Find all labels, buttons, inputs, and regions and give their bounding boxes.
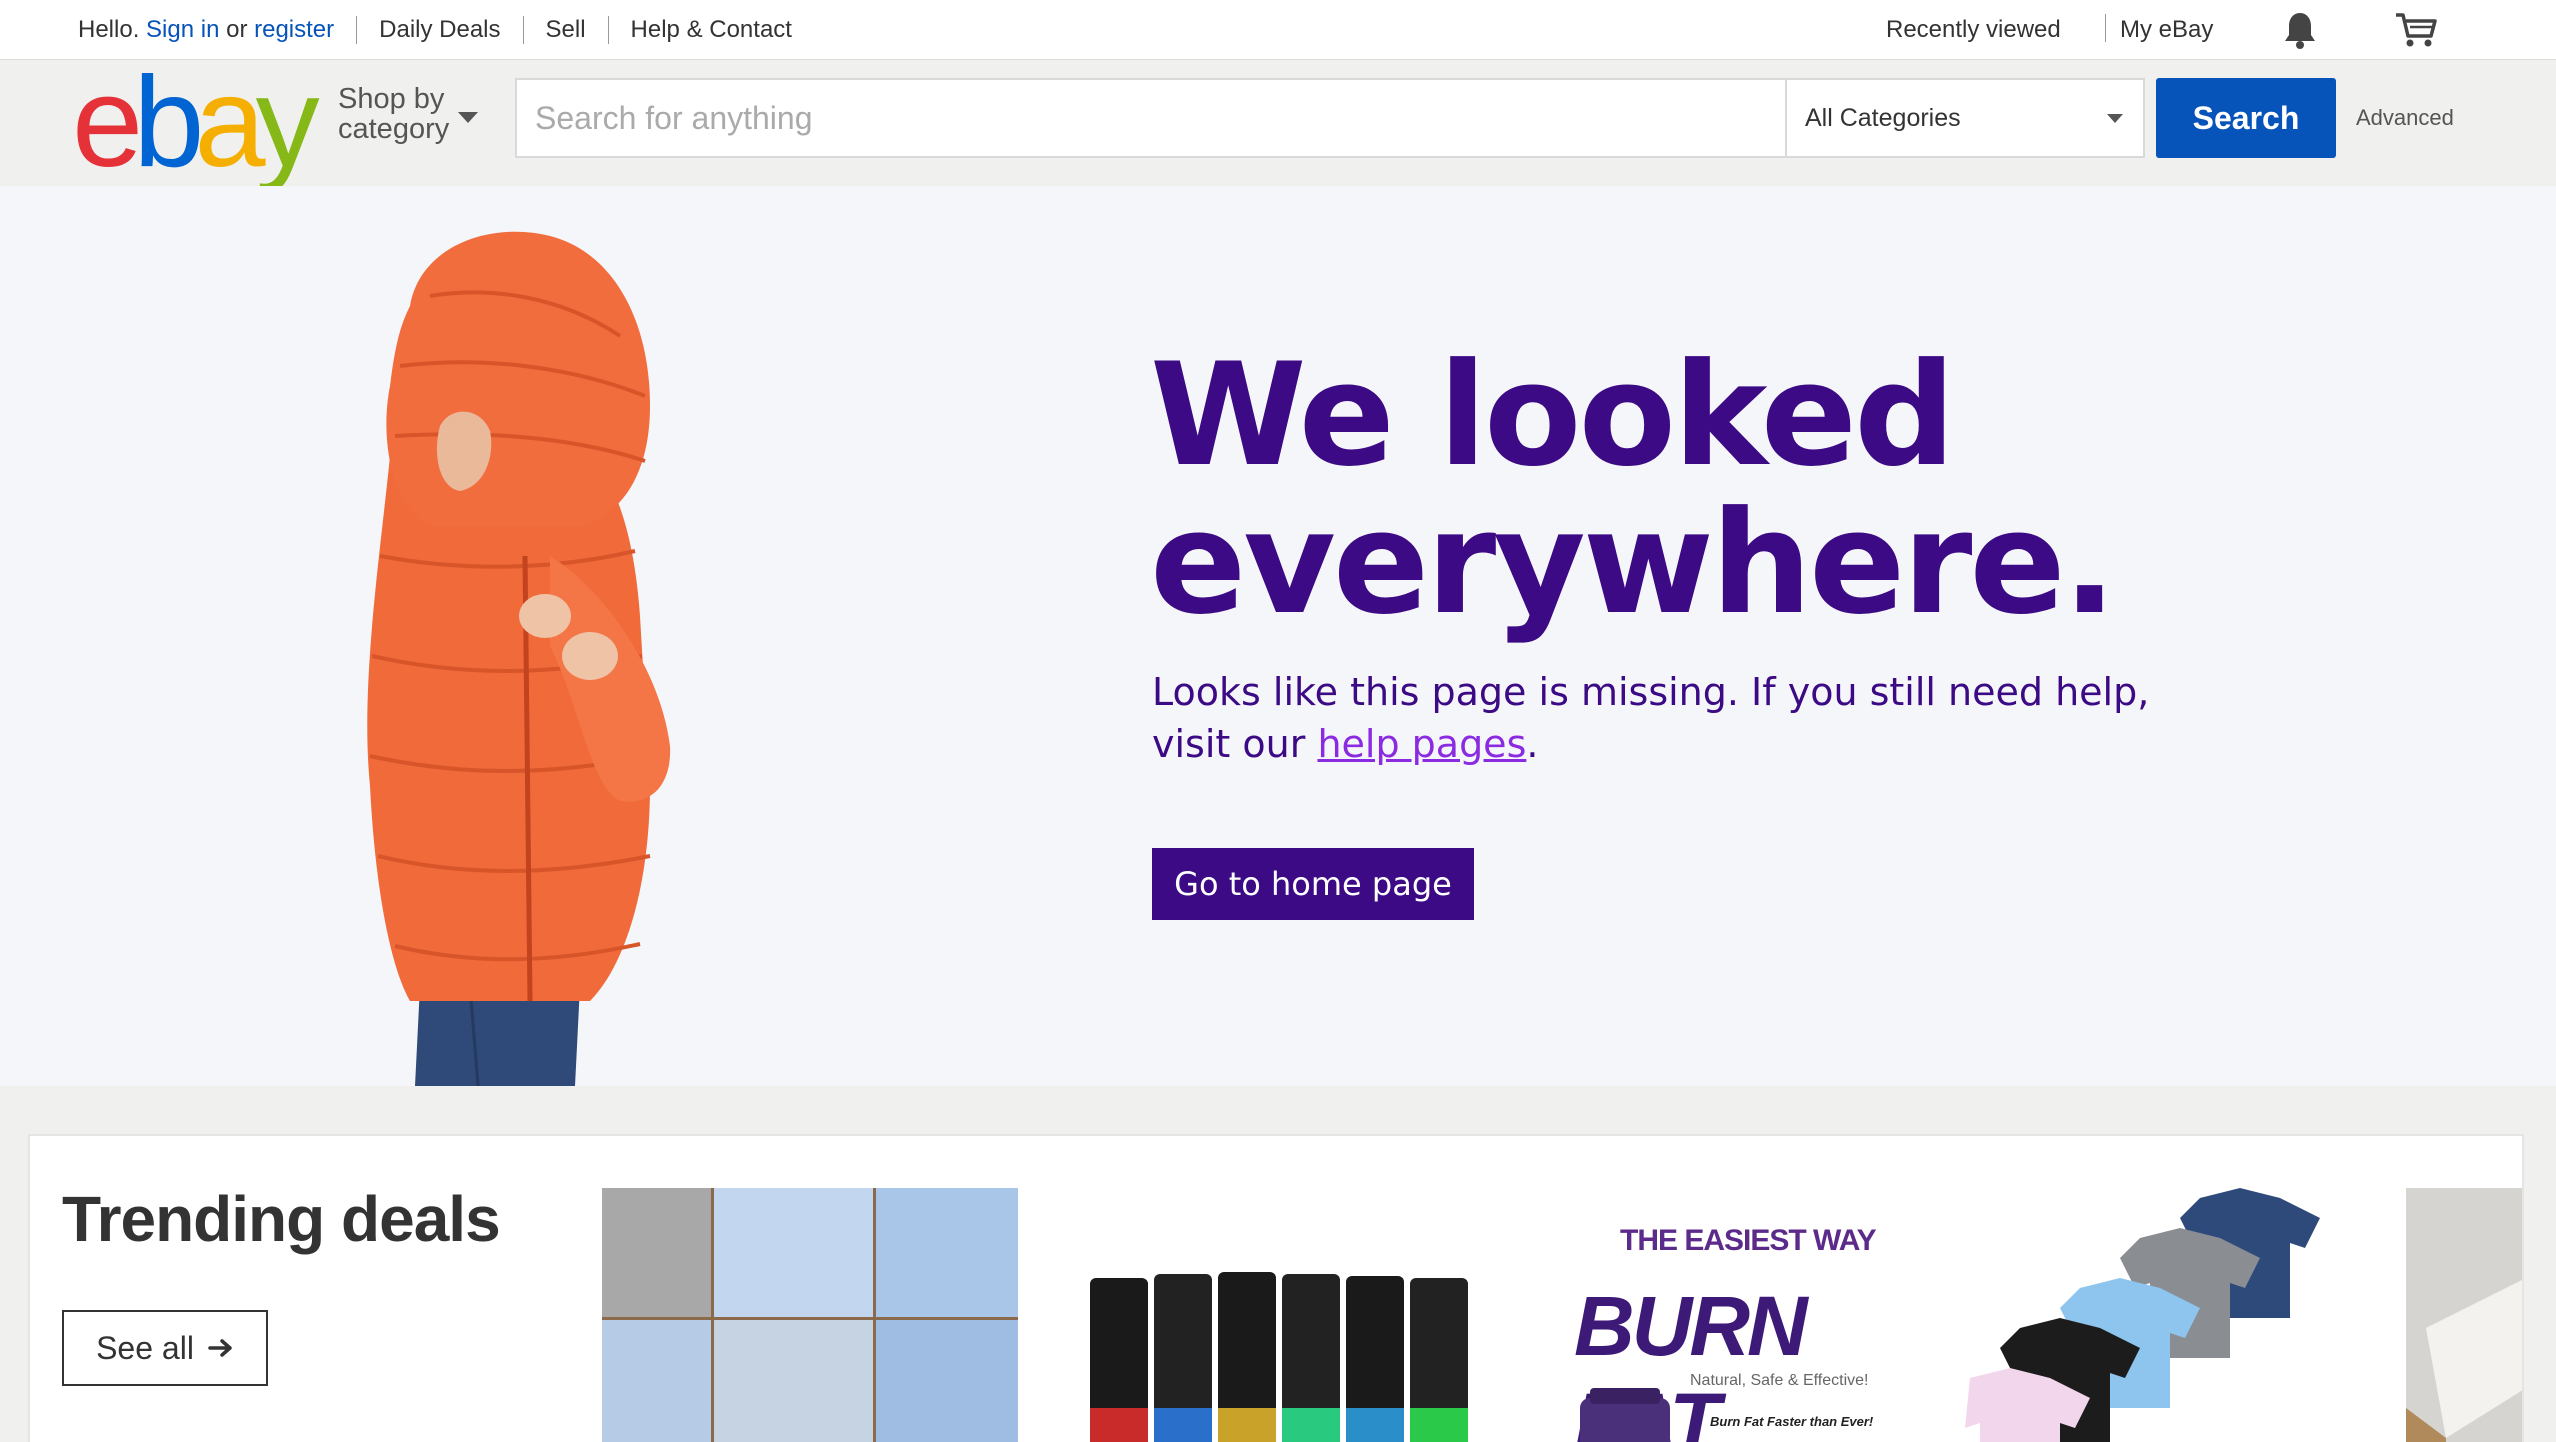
shop-by-label-line1: Shop by — [338, 83, 445, 115]
header: ebay Shop by category All Categories Sea… — [0, 51, 2556, 194]
error-hero: We looked everywhere. Looks like this pa… — [0, 186, 2556, 1086]
description-part-1: Looks like this page is missing. If you … — [1152, 670, 2150, 714]
bell-icon[interactable] — [2282, 10, 2318, 50]
headline-line-2: everywhere. — [1150, 481, 2117, 646]
category-select[interactable]: All Categories — [1785, 80, 2145, 156]
divider — [522, 16, 524, 44]
cart-icon[interactable] — [2394, 10, 2438, 50]
go-to-home-page-button[interactable]: Go to home page — [1152, 848, 1474, 920]
recently-viewed-link[interactable]: Recently viewed — [1886, 16, 2061, 44]
deal-item-curtains[interactable] — [602, 1188, 1018, 1442]
help-contact-link[interactable]: Help & Contact — [631, 16, 792, 44]
supplement-bottle-image — [1580, 1388, 1670, 1442]
tshirts-image — [1965, 1188, 2320, 1442]
sign-in-link[interactable]: Sign in — [146, 16, 219, 43]
chevron-down-icon[interactable] — [458, 112, 478, 123]
divider — [356, 16, 358, 44]
logo-letter-a: a — [194, 51, 265, 194]
category-select-value: All Categories — [1805, 104, 1961, 132]
burn-fat-subtitle: Natural, Safe & Effective! — [1690, 1372, 1869, 1389]
search-input[interactable] — [517, 80, 1785, 156]
child-in-orange-jacket-image — [367, 231, 671, 1086]
greeting-hello: Hello. — [78, 16, 140, 43]
mattress-image — [2406, 1188, 2522, 1442]
greeting-or: or — [226, 16, 248, 43]
arrow-right-icon — [208, 1339, 232, 1357]
help-pages-link[interactable]: help pages — [1317, 722, 1526, 766]
description-period: . — [1526, 722, 1539, 766]
top-utility-bar: Hello. Sign in or register Daily Deals S… — [0, 0, 2556, 60]
register-link[interactable]: register — [254, 16, 334, 43]
my-ebay-link[interactable]: My eBay — [2120, 16, 2213, 44]
sell-link[interactable]: Sell — [546, 16, 586, 44]
see-all-button[interactable]: See all — [62, 1310, 268, 1386]
burn-fat-note: Burn Fat Faster than Ever! — [1710, 1414, 1874, 1429]
shop-by-category-button[interactable]: Shop by category — [338, 84, 449, 144]
advanced-search-link[interactable]: Advanced — [2356, 105, 2454, 131]
headline-line-1: We looked — [1150, 333, 1956, 498]
error-description: Looks like this page is missing. If you … — [1152, 666, 2252, 770]
sure-deodorant-image — [1090, 1272, 1468, 1442]
see-all-label: See all — [96, 1329, 194, 1366]
shop-by-label-line2: category — [338, 113, 450, 145]
error-headline: We looked everywhere. — [1150, 342, 2350, 638]
ebay-logo[interactable]: ebay — [72, 51, 320, 194]
logo-letter-y: y — [255, 51, 320, 194]
deal-item-burn-fat[interactable]: THE EASIEST WAY BURN FAT Natural, Safe &… — [1540, 1188, 1960, 1442]
divider — [2105, 14, 2106, 42]
deal-item-deodorant[interactable] — [1060, 1188, 1480, 1442]
trending-deals-title: Trending deals — [62, 1183, 501, 1255]
greeting: Hello. Sign in or register — [78, 16, 334, 44]
search-button[interactable]: Search — [2156, 78, 2336, 158]
search-bar: All Categories — [515, 78, 2145, 158]
chevron-down-icon — [2107, 114, 2123, 123]
daily-deals-link[interactable]: Daily Deals — [379, 16, 500, 44]
logo-letter-e: e — [72, 51, 143, 194]
trending-deals-section: Trending deals See all THE EASIEST WAY B… — [28, 1134, 2524, 1442]
description-part-2: visit our — [1152, 722, 1306, 766]
divider — [607, 16, 609, 44]
deal-item-mattress[interactable] — [2406, 1188, 2522, 1442]
burn-fat-tagline: THE EASIEST WAY — [1620, 1224, 1877, 1257]
deal-item-tshirts[interactable] — [1960, 1188, 2400, 1442]
logo-letter-b: b — [133, 51, 204, 194]
curtains-image — [602, 1188, 1018, 1442]
